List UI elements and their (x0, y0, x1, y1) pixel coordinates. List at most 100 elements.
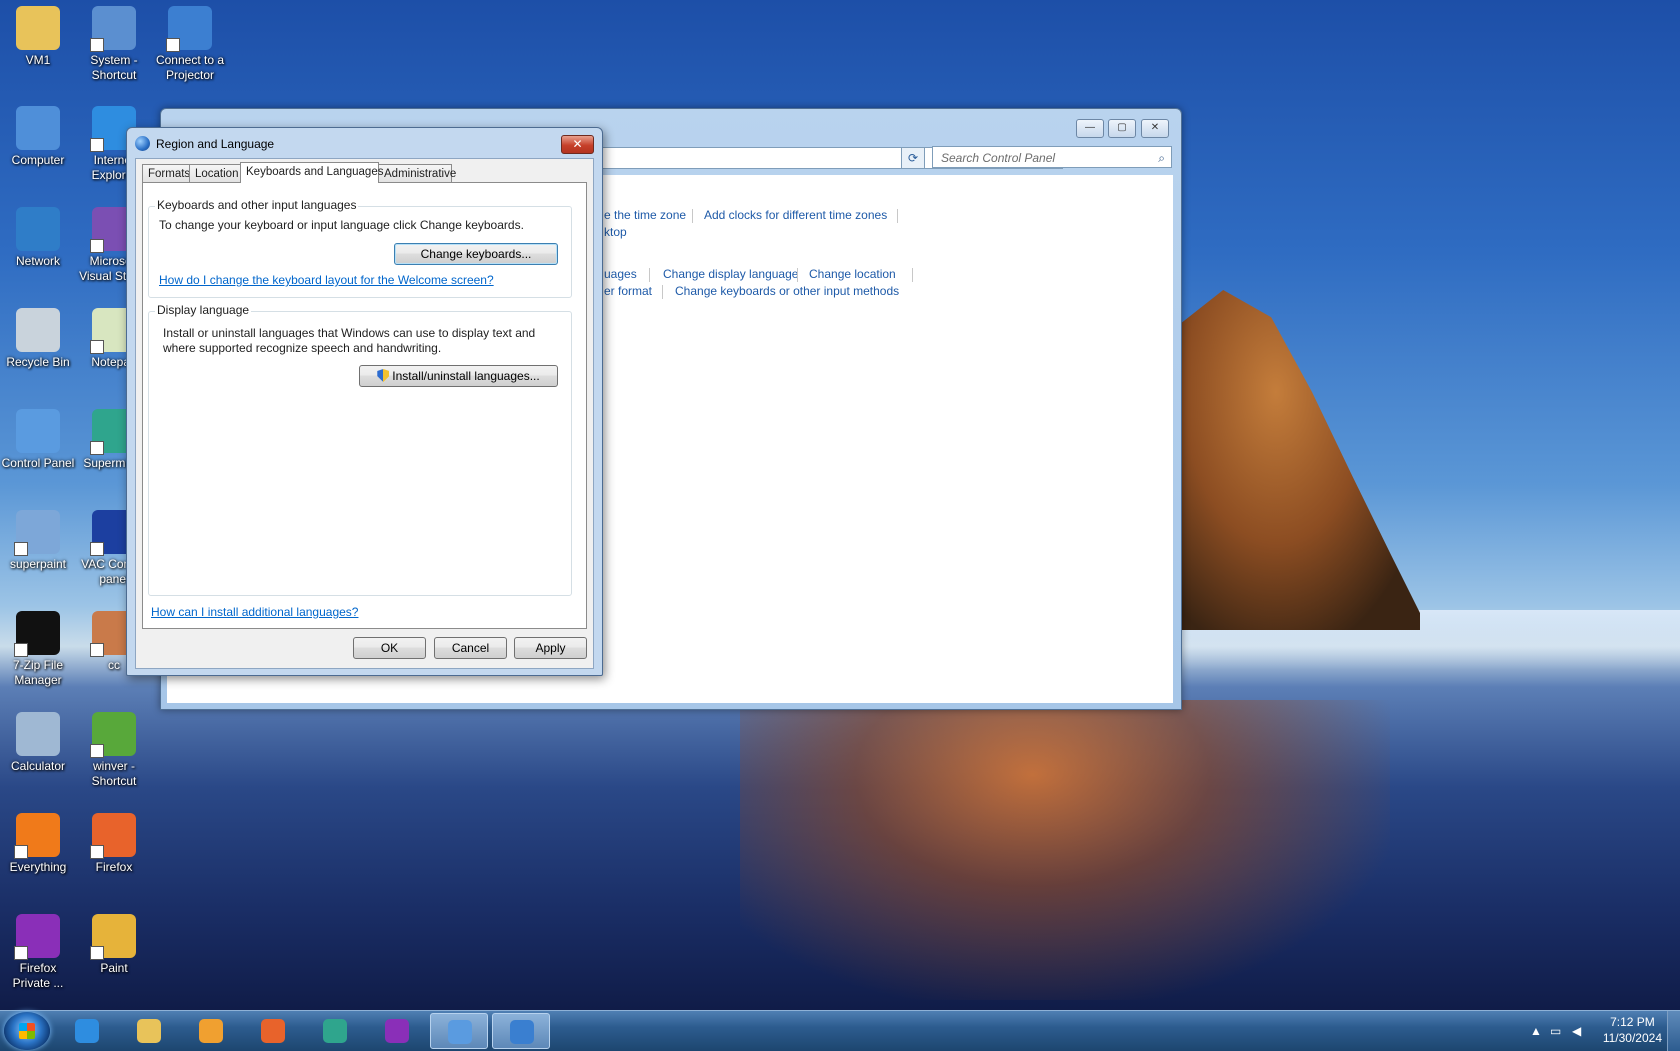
file-explorer-icon (137, 1019, 161, 1043)
languages-link[interactable]: uages (604, 267, 637, 281)
desktop-icon[interactable]: superpaint (0, 510, 76, 572)
control-panel-icon (16, 409, 60, 453)
desktop-icon[interactable]: Network (0, 207, 76, 269)
firefox-icon (261, 1019, 285, 1043)
windows-logo-icon (19, 1023, 35, 1039)
desktop-icon[interactable]: Everything (0, 813, 76, 875)
media-player-icon (199, 1019, 223, 1043)
close-button[interactable]: ✕ (1141, 119, 1169, 138)
change-format-link[interactable]: er format (604, 284, 652, 298)
wallpaper-reflection (740, 700, 1390, 1000)
taskbar-item[interactable] (120, 1013, 178, 1049)
desktop-icon[interactable]: 7-Zip File Manager (0, 611, 76, 688)
start-button[interactable] (4, 1012, 50, 1050)
region-language-icon (510, 1020, 534, 1044)
desktop-icon[interactable]: Computer (0, 106, 76, 168)
refresh-icon[interactable]: ⟳ (901, 147, 925, 169)
desktop-icon-label: Computer (11, 153, 65, 167)
add-clocks-link[interactable]: Add clocks for different time zones (704, 208, 887, 222)
keyboards-group: Keyboards and other input languages To c… (148, 198, 572, 298)
wallpaper-rock (1180, 290, 1420, 630)
ok-button[interactable]: OK (353, 637, 426, 659)
desktop-icon[interactable]: Recycle Bin (0, 308, 76, 370)
desktop-icon-label: Recycle Bin (6, 355, 70, 369)
change-time-zone-link[interactable]: e the time zone (604, 208, 686, 222)
desktop-icon-label: Calculator (10, 759, 66, 773)
tab-panel: Keyboards and other input languages To c… (142, 182, 587, 629)
desktop-icon-label: winver - Shortcut (91, 759, 137, 788)
search-icon[interactable]: ⌕ (1158, 147, 1165, 169)
desktop-icon[interactable]: Calculator (0, 712, 76, 774)
keyboards-group-title: Keyboards and other input languages (155, 198, 359, 212)
change-keyboards-link[interactable]: Change keyboards or other input methods (675, 284, 899, 298)
change-keyboards-button[interactable]: Change keyboards... (394, 243, 558, 265)
display-language-group-title: Display language (155, 303, 252, 317)
change-display-language-link[interactable]: Change display language (663, 267, 798, 281)
close-button[interactable]: ✕ (561, 135, 594, 154)
search-input[interactable]: Search Control Panel ⌕ (932, 146, 1172, 168)
welcome-screen-keyboard-link[interactable]: How do I change the keyboard layout for … (159, 273, 494, 287)
tab-keyboards-and-languages[interactable]: Keyboards and Languages (240, 162, 383, 183)
dialog-title: Region and Language (156, 137, 275, 151)
chevron-up-icon[interactable]: ▲ (1530, 1024, 1542, 1038)
minimize-button[interactable]: — (1076, 119, 1104, 138)
desktop-icon-label: Firefox (95, 860, 133, 874)
separator (797, 268, 798, 282)
separator (897, 209, 898, 223)
folder-user-icon (16, 6, 60, 50)
system-monitor-icon (90, 6, 136, 52)
volume-icon[interactable]: ◀ (1572, 1024, 1581, 1038)
desktop-icon-label: Connect to a Projector (155, 53, 225, 82)
desktop-icon[interactable]: Firefox (76, 813, 152, 875)
taskbar-item[interactable] (182, 1013, 240, 1049)
desktop-icon[interactable]: VM1 (0, 6, 76, 68)
supermium-icon (323, 1019, 347, 1043)
desktop-icon[interactable]: Paint (76, 914, 152, 976)
network-icon[interactable]: ▭ (1550, 1024, 1561, 1038)
paint-icon (90, 914, 136, 960)
separator (662, 285, 663, 299)
install-additional-languages-link[interactable]: How can I install additional languages? (151, 605, 358, 619)
region-language-dialog: Region and Language ✕ Formats Location K… (126, 127, 603, 676)
desktop-icon[interactable]: Firefox Private ... (0, 914, 76, 991)
desktop-icon[interactable]: Connect to a Projector (152, 6, 228, 83)
firefox-icon (90, 813, 136, 859)
system-tray: ▲ ▭ ◀ 7:12 PM 11/30/2024 (1520, 1011, 1680, 1051)
taskbar-item[interactable] (492, 1013, 550, 1049)
desktop-icon[interactable]: System - Shortcut (76, 6, 152, 83)
display-language-group: Display language Install or uninstall la… (148, 303, 572, 596)
desktop-icon-label: superpaint (9, 557, 67, 571)
desktop-icon-label: Everything (9, 860, 67, 874)
taskbar-item[interactable] (368, 1013, 426, 1049)
display-language-description-2: where supported recognize speech and han… (163, 341, 442, 355)
desktop-icon-label: VM1 (25, 53, 51, 67)
taskbar-item[interactable] (244, 1013, 302, 1049)
apply-button[interactable]: Apply (514, 637, 587, 659)
tab-administrative[interactable]: Administrative (378, 164, 456, 182)
tab-formats[interactable]: Formats (142, 164, 190, 182)
change-location-link[interactable]: Change location (809, 267, 896, 281)
desktop-gadget-link[interactable]: ktop (604, 225, 627, 239)
taskbar-item[interactable] (58, 1013, 116, 1049)
cancel-button[interactable]: Cancel (434, 637, 507, 659)
desktop-icon[interactable]: Control Panel (0, 409, 76, 471)
dialog-client: Formats Location Keyboards and Languages… (135, 158, 594, 669)
show-desktop-button[interactable] (1667, 1011, 1680, 1051)
desktop-icon[interactable]: winver - Shortcut (76, 712, 152, 789)
projector-icon (166, 6, 212, 52)
taskbar-item[interactable] (430, 1013, 488, 1049)
desktop-icon-label: Control Panel (1, 456, 75, 470)
taskbar-item[interactable] (306, 1013, 364, 1049)
search-placeholder: Search Control Panel (941, 151, 1056, 165)
7zip-icon (14, 611, 60, 657)
desktop-icon-label: Network (15, 254, 60, 268)
clock[interactable]: 7:12 PM 11/30/2024 (1603, 1014, 1662, 1046)
separator (912, 268, 913, 282)
install-uninstall-languages-button[interactable]: Install/uninstall languages... (359, 365, 558, 387)
computer-icon (16, 106, 60, 150)
clock-date: 11/30/2024 (1602, 1031, 1662, 1045)
maximize-button[interactable]: ▢ (1108, 119, 1136, 138)
taskbar: ▲ ▭ ◀ 7:12 PM 11/30/2024 (0, 1010, 1680, 1051)
tab-location[interactable]: Location (189, 164, 241, 182)
internet-explorer-icon (75, 1019, 99, 1043)
